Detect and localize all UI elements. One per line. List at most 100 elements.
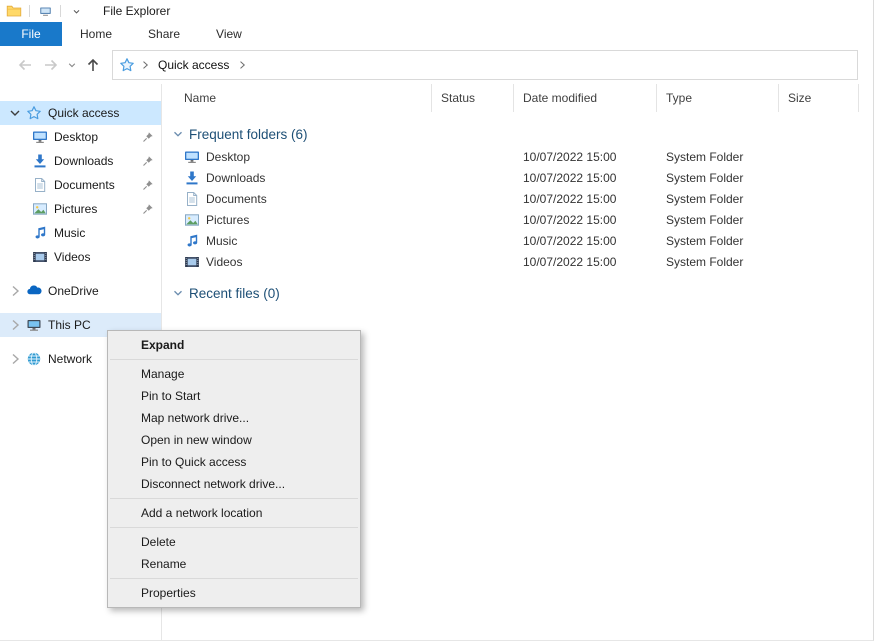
chevron-right-icon[interactable]	[7, 317, 23, 333]
breadcrumb-chevron-icon[interactable]	[139, 59, 151, 71]
file-row[interactable]: Documents 10/07/2022 15:00 System Folder	[162, 188, 874, 209]
forward-button[interactable]	[38, 52, 64, 78]
sidebar-item-videos[interactable]: Videos	[0, 245, 161, 269]
cell-name: Documents	[162, 188, 432, 209]
menu-item-label: Open in new window	[141, 433, 252, 447]
up-button[interactable]	[80, 52, 106, 78]
sidebar-item-onedrive[interactable]: OneDrive	[0, 279, 161, 303]
videos-icon	[32, 249, 48, 265]
menu-item-label: Delete	[141, 535, 176, 549]
menu-item-pin-to-quick-access[interactable]: Pin to Quick access	[108, 451, 360, 473]
chevron-right-icon[interactable]	[7, 283, 23, 299]
downloads-icon	[32, 153, 48, 169]
sidebar-item-quick-access[interactable]: Quick access	[0, 101, 161, 125]
group-header-label: Recent files (0)	[189, 286, 280, 301]
tab-view[interactable]: View	[198, 22, 260, 46]
breadcrumb-chevron-icon[interactable]	[236, 59, 248, 71]
group-header-frequent-folders[interactable]: Frequent folders (6)	[162, 122, 874, 146]
file-rows: Desktop 10/07/2022 15:00 System Folder D…	[162, 146, 874, 272]
sidebar-item-label: Documents	[54, 178, 142, 192]
column-header-label: Name	[184, 91, 216, 105]
menu-item-label: Rename	[141, 557, 186, 571]
group-header-label: Frequent folders (6)	[189, 127, 308, 142]
ribbon-tab-bar: File Home Share View	[0, 22, 874, 47]
sidebar-item-documents[interactable]: Documents	[0, 173, 161, 197]
address-bar[interactable]: Quick access	[112, 50, 858, 80]
chevron-down-icon[interactable]	[7, 105, 23, 121]
sidebar-item-label: Downloads	[54, 154, 142, 168]
tab-share[interactable]: Share	[130, 22, 198, 46]
menu-item-rename[interactable]: Rename	[108, 553, 360, 575]
menu-item-label: Properties	[141, 586, 196, 600]
menu-item-properties[interactable]: Properties	[108, 582, 360, 604]
cell-date-modified: 10/07/2022 15:00	[514, 230, 657, 251]
menu-item-label: Expand	[141, 338, 184, 352]
menu-item-manage[interactable]: Manage	[108, 363, 360, 385]
tab-home-label: Home	[80, 27, 112, 41]
cell-size	[779, 146, 859, 167]
chevron-down-icon[interactable]	[171, 286, 185, 300]
menu-item-delete[interactable]: Delete	[108, 531, 360, 553]
customize-quick-access-toolbar-chevron-icon[interactable]	[67, 2, 85, 20]
document-icon	[184, 191, 200, 207]
cell-type: System Folder	[657, 146, 779, 167]
music-icon	[184, 233, 200, 249]
sidebar-item-music[interactable]: Music	[0, 221, 161, 245]
cell-size	[779, 230, 859, 251]
quick-access-toolbar-icon[interactable]	[36, 2, 54, 20]
file-row[interactable]: Pictures 10/07/2022 15:00 System Folder	[162, 209, 874, 230]
menu-item-disconnect-network-drive[interactable]: Disconnect network drive...	[108, 473, 360, 495]
sidebar-item-label: Network	[48, 352, 92, 366]
file-name-label: Music	[206, 234, 237, 248]
chevron-down-icon[interactable]	[171, 127, 185, 141]
file-row[interactable]: Downloads 10/07/2022 15:00 System Folder	[162, 167, 874, 188]
column-header-label: Type	[666, 91, 692, 105]
cell-type: System Folder	[657, 167, 779, 188]
sidebar-item-label: This PC	[48, 318, 91, 332]
cell-date-modified: 10/07/2022 15:00	[514, 251, 657, 272]
file-row[interactable]: Videos 10/07/2022 15:00 System Folder	[162, 251, 874, 272]
recent-locations-dropdown-icon[interactable]	[64, 52, 80, 78]
document-icon	[32, 177, 48, 193]
file-row[interactable]: Desktop 10/07/2022 15:00 System Folder	[162, 146, 874, 167]
column-header-size[interactable]: Size	[779, 84, 859, 112]
breadcrumb-segment-quick-access[interactable]: Quick access	[155, 58, 232, 72]
column-header-status[interactable]: Status	[432, 84, 514, 112]
cell-type: System Folder	[657, 251, 779, 272]
menu-item-open-in-new-window[interactable]: Open in new window	[108, 429, 360, 451]
menu-separator	[110, 359, 358, 360]
toolbar-separator	[60, 5, 61, 17]
sidebar-group-gap	[0, 303, 161, 313]
tab-file[interactable]: File	[0, 22, 62, 46]
cell-name: Pictures	[162, 209, 432, 230]
column-header-type[interactable]: Type	[657, 84, 779, 112]
title-bar: File Explorer	[0, 0, 874, 22]
sidebar-item-desktop[interactable]: Desktop	[0, 125, 161, 149]
column-headers: Name Status Date modified Type Size	[162, 84, 874, 112]
music-icon	[32, 225, 48, 241]
pin-icon	[142, 131, 154, 143]
quick-access-location-icon	[119, 57, 135, 73]
menu-item-pin-to-start[interactable]: Pin to Start	[108, 385, 360, 407]
sidebar-item-downloads[interactable]: Downloads	[0, 149, 161, 173]
cell-name: Desktop	[162, 146, 432, 167]
navigation-toolbar: Quick access	[0, 46, 874, 85]
menu-item-expand[interactable]: Expand	[108, 334, 360, 356]
pin-icon	[142, 203, 154, 215]
back-button[interactable]	[12, 52, 38, 78]
group-header-recent-files[interactable]: Recent files (0)	[162, 281, 874, 305]
sidebar-item-pictures[interactable]: Pictures	[0, 197, 161, 221]
cell-status	[432, 188, 514, 209]
pictures-icon	[184, 212, 200, 228]
sidebar-item-label: Videos	[54, 250, 161, 264]
app-folder-icon	[5, 2, 23, 20]
tab-home[interactable]: Home	[62, 22, 130, 46]
file-row[interactable]: Music 10/07/2022 15:00 System Folder	[162, 230, 874, 251]
chevron-right-icon[interactable]	[7, 351, 23, 367]
menu-item-label: Map network drive...	[141, 411, 249, 425]
column-header-name[interactable]: Name	[162, 84, 432, 112]
column-header-date-modified[interactable]: Date modified	[514, 84, 657, 112]
menu-item-map-network-drive[interactable]: Map network drive...	[108, 407, 360, 429]
cell-date-modified: 10/07/2022 15:00	[514, 167, 657, 188]
menu-item-add-a-network-location[interactable]: Add a network location	[108, 502, 360, 524]
